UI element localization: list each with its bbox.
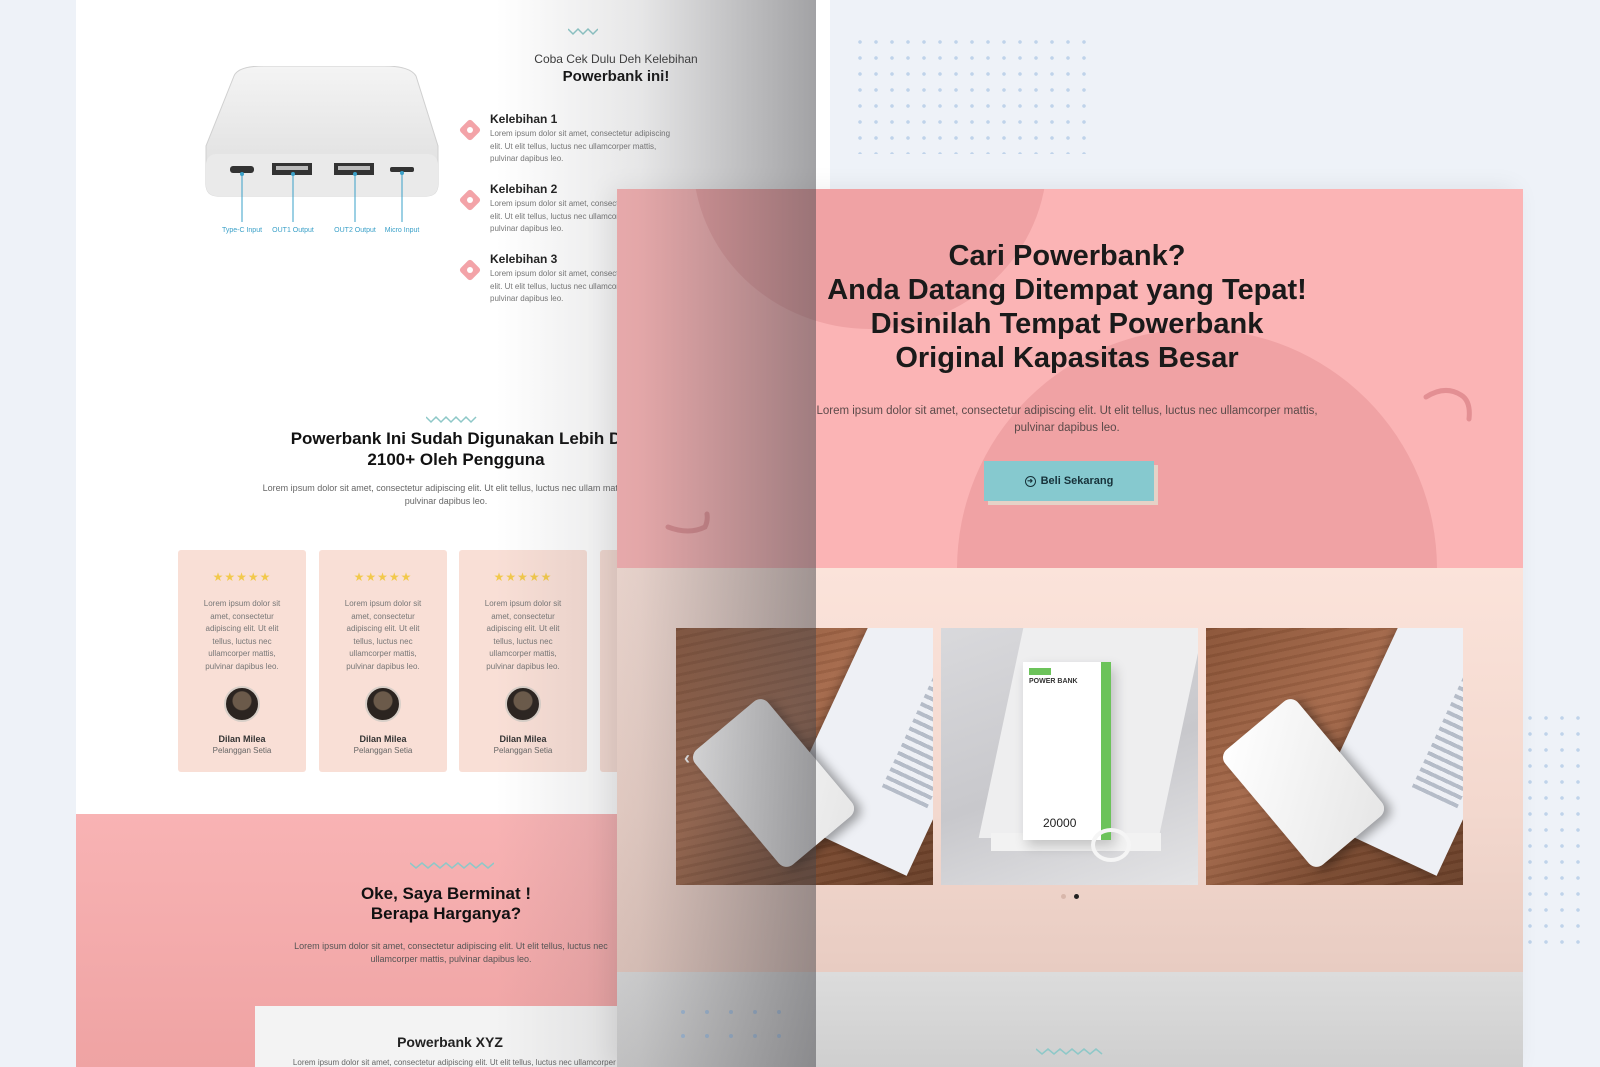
- star-rating-icon: ★★★★★: [353, 570, 413, 584]
- reviewer-role: Pelanggan Setia: [493, 746, 553, 755]
- decor-dot: [681, 1010, 685, 1014]
- product-box: POWER BANK 20000: [1023, 662, 1111, 840]
- diamond-icon: [458, 118, 482, 142]
- pricing-desc: Lorem ipsum dolor sit amet, consectetur …: [294, 941, 608, 964]
- advantage-text: Lorem ipsum dolor sit amet, consectetur …: [490, 129, 671, 163]
- hero-title-line: Anda Datang Ditempat yang Tepat!: [827, 274, 1307, 306]
- avatar: [365, 686, 401, 722]
- gallery-image-wood[interactable]: [1206, 628, 1463, 885]
- users-section-desc: Lorem ipsum dolor sit amet, consectetur …: [262, 483, 630, 506]
- squiggle-decor-icon: [1423, 388, 1472, 422]
- hero-title-line: Disinilah Tempat Powerbank: [870, 308, 1264, 340]
- decor-dot: [729, 1010, 733, 1014]
- chevron-left-icon[interactable]: ‹: [684, 748, 690, 769]
- review-card: ★★★★★ Lorem ipsum dolor sit amet, consec…: [319, 550, 447, 772]
- advantages-subtitle: Coba Cek Dulu Deh Kelebihan: [534, 52, 698, 66]
- users-title-line: Powerbank Ini Sudah Digunakan Lebih D: [290, 429, 622, 448]
- brand-tag: [1029, 668, 1051, 675]
- wavy-divider-icon: [1036, 1048, 1103, 1055]
- decor-dot: [777, 1010, 781, 1014]
- decor-dot: [705, 1034, 709, 1038]
- reviewer-role: Pelanggan Setia: [353, 746, 413, 755]
- decor-dot: [753, 1010, 757, 1014]
- review-text: Lorem ipsum dolor sit amet, consectetur …: [203, 599, 281, 671]
- product-gallery: ‹ POWER BANK 20000: [617, 568, 1523, 972]
- star-rating-icon: ★★★★★: [212, 570, 272, 584]
- gallery-image-wood[interactable]: ‹: [676, 628, 933, 885]
- buy-now-button[interactable]: ➜ Beli Sekarang: [984, 461, 1154, 501]
- background-dots-right: [1522, 710, 1592, 950]
- box-label: POWER BANK: [1029, 678, 1078, 685]
- port-label: Micro Input: [385, 227, 420, 234]
- advantages-title: Powerbank ini!: [562, 68, 670, 85]
- review-text: Lorem ipsum dolor sit amet, consectetur …: [344, 599, 422, 671]
- hero-title-line: Original Kapasitas Besar: [895, 342, 1239, 374]
- reviewer-name: Dilan Milea: [359, 734, 407, 744]
- diamond-icon: [458, 188, 482, 212]
- next-section: [617, 972, 1523, 1067]
- powerbank-product-image: Type-C Input OUT1 Output OUT2 Output Mic…: [205, 66, 439, 234]
- advantage-title: Kelebihan 2: [490, 182, 558, 196]
- decor-dot: [777, 1034, 781, 1038]
- advantage-title: Kelebihan 3: [490, 252, 558, 266]
- reviewer-name: Dilan Milea: [218, 734, 266, 744]
- hero-description: Lorem ipsum dolor sit amet, consectetur …: [816, 405, 1318, 434]
- hero-title: Cari Powerbank? Anda Datang Ditempat yan…: [767, 239, 1367, 375]
- pricing-title: Oke, Saya Berminat ! Berapa Harganya?: [246, 884, 646, 924]
- reviewer-name: Dilan Milea: [499, 734, 547, 744]
- review-text: Lorem ipsum dolor sit amet, consectetur …: [484, 599, 562, 671]
- carousel-dot-active[interactable]: [1074, 894, 1079, 899]
- price-card-title: Powerbank XYZ: [397, 1034, 503, 1050]
- box-capacity: 20000: [1043, 816, 1077, 830]
- pricing-title-line: Berapa Harganya?: [370, 904, 522, 923]
- port-label: Type-C Input: [222, 227, 262, 234]
- diamond-icon: [458, 258, 482, 282]
- review-card: ★★★★★ Lorem ipsum dolor sit amet, consec…: [459, 550, 587, 772]
- users-title-line: 2100+ Oleh Pengguna: [367, 450, 545, 469]
- decor-dot: [681, 1034, 685, 1038]
- squiggle-decor-icon: [665, 511, 710, 534]
- cable-shape: [1091, 828, 1131, 862]
- advantage-title: Kelebihan 1: [490, 112, 558, 126]
- review-card: ★★★★★ Lorem ipsum dolor sit amet, consec…: [178, 550, 306, 772]
- decor-dot: [753, 1034, 757, 1038]
- front-page-preview: Cari Powerbank? Anda Datang Ditempat yan…: [617, 189, 1523, 1067]
- decor-dot: [729, 1034, 733, 1038]
- users-section-title: Powerbank Ini Sudah Digunakan Lebih D 21…: [246, 428, 666, 470]
- port-label: OUT1 Output: [272, 227, 314, 234]
- reviewer-role: Pelanggan Setia: [212, 746, 272, 755]
- avatar: [224, 686, 260, 722]
- wavy-divider-icon: [568, 26, 598, 36]
- star-rating-icon: ★★★★★: [493, 570, 553, 584]
- buy-now-label: Beli Sekarang: [1040, 475, 1114, 487]
- wavy-divider-icon: [410, 860, 494, 870]
- gallery-image-box[interactable]: POWER BANK 20000: [941, 628, 1198, 885]
- background-dots-top: [852, 34, 1092, 154]
- carousel-dot[interactable]: [1061, 894, 1066, 899]
- port-label: OUT2 Output: [334, 227, 376, 234]
- wavy-divider-icon: [426, 414, 478, 424]
- price-card-desc: Lorem ipsum dolor sit amet, consectetur …: [292, 1058, 630, 1067]
- arrow-circle-right-icon: ➜: [1024, 475, 1036, 487]
- pricing-title-line: Oke, Saya Berminat !: [360, 884, 532, 903]
- avatar: [505, 686, 541, 722]
- hero-section: Cari Powerbank? Anda Datang Ditempat yan…: [617, 189, 1523, 568]
- hero-title-line: Cari Powerbank?: [948, 240, 1186, 272]
- decor-dot: [705, 1010, 709, 1014]
